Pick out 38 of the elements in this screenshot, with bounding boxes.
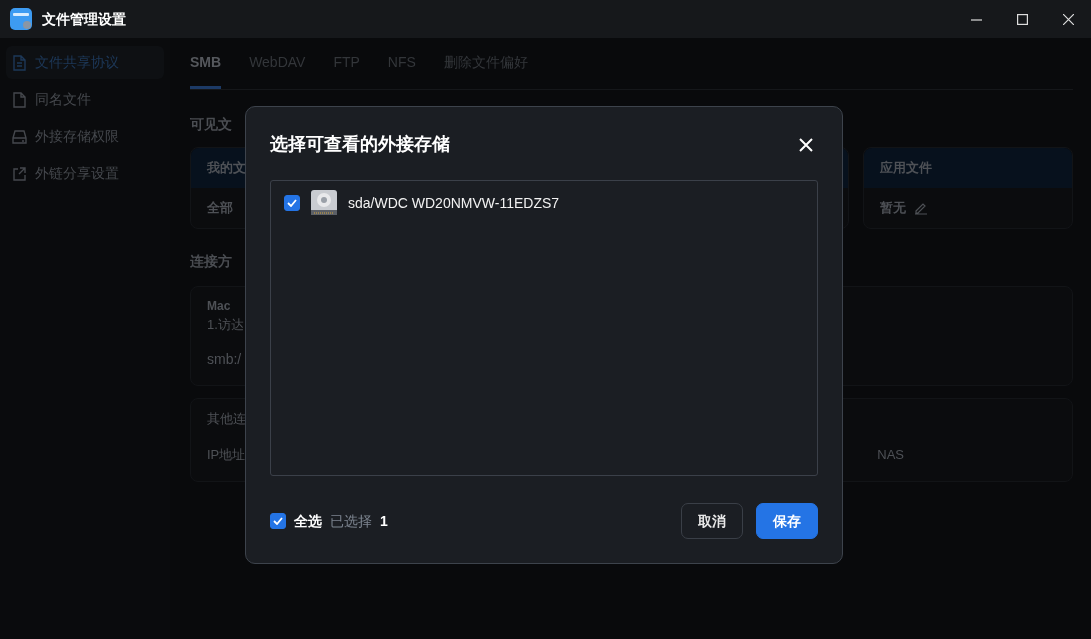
select-all-label: 全选 (294, 511, 322, 531)
instruction-text: 1.访达 (207, 316, 245, 334)
close-icon (1062, 13, 1074, 25)
document-icon (12, 54, 27, 71)
card-title: Mac (207, 298, 232, 315)
ip-label: IP地址 (207, 445, 246, 464)
section-heading: 连接方 (190, 252, 233, 271)
sidebar-item[interactable]: 同名文件 (6, 83, 164, 116)
card-title: 其他连 (207, 411, 246, 426)
selected-label: 已选择 (330, 511, 372, 531)
drive-icon (12, 128, 27, 145)
sidebar-item[interactable]: 文件共享协议 (6, 46, 164, 79)
close-icon (799, 137, 813, 152)
tab[interactable]: SMB (190, 38, 222, 89)
device-name: sda/WDC WD20NMVW-11EDZS7 (348, 193, 560, 213)
window-title: 文件管理设置 (42, 9, 127, 29)
selected-count: 1 (380, 511, 388, 531)
info-text: NAS (877, 445, 905, 464)
hard-drive-icon (310, 189, 338, 217)
cancel-button[interactable]: 取消 (681, 503, 743, 539)
file-icon (12, 91, 27, 108)
address-text: smb:/ (207, 349, 243, 369)
check-icon (287, 199, 297, 207)
table-cell-text: 全部 (207, 199, 233, 218)
share-icon (12, 165, 27, 182)
checkbox[interactable] (284, 195, 300, 211)
section-heading: 可见文 (190, 115, 233, 134)
folder-app-icon (10, 8, 32, 30)
checkbox[interactable] (270, 513, 286, 529)
pencil-icon (914, 201, 928, 215)
column-header: 我的文 (207, 159, 246, 178)
sidebar-item[interactable]: 外链分享设置 (6, 157, 164, 190)
check-icon (273, 517, 283, 525)
dialog-title: 选择可查看的外接存储 (270, 133, 450, 156)
column-header: 应用文件 (880, 159, 932, 178)
table-cell-text: 暂无 (880, 199, 906, 218)
save-button[interactable]: 保存 (756, 503, 818, 539)
maximize-icon (1016, 13, 1028, 25)
